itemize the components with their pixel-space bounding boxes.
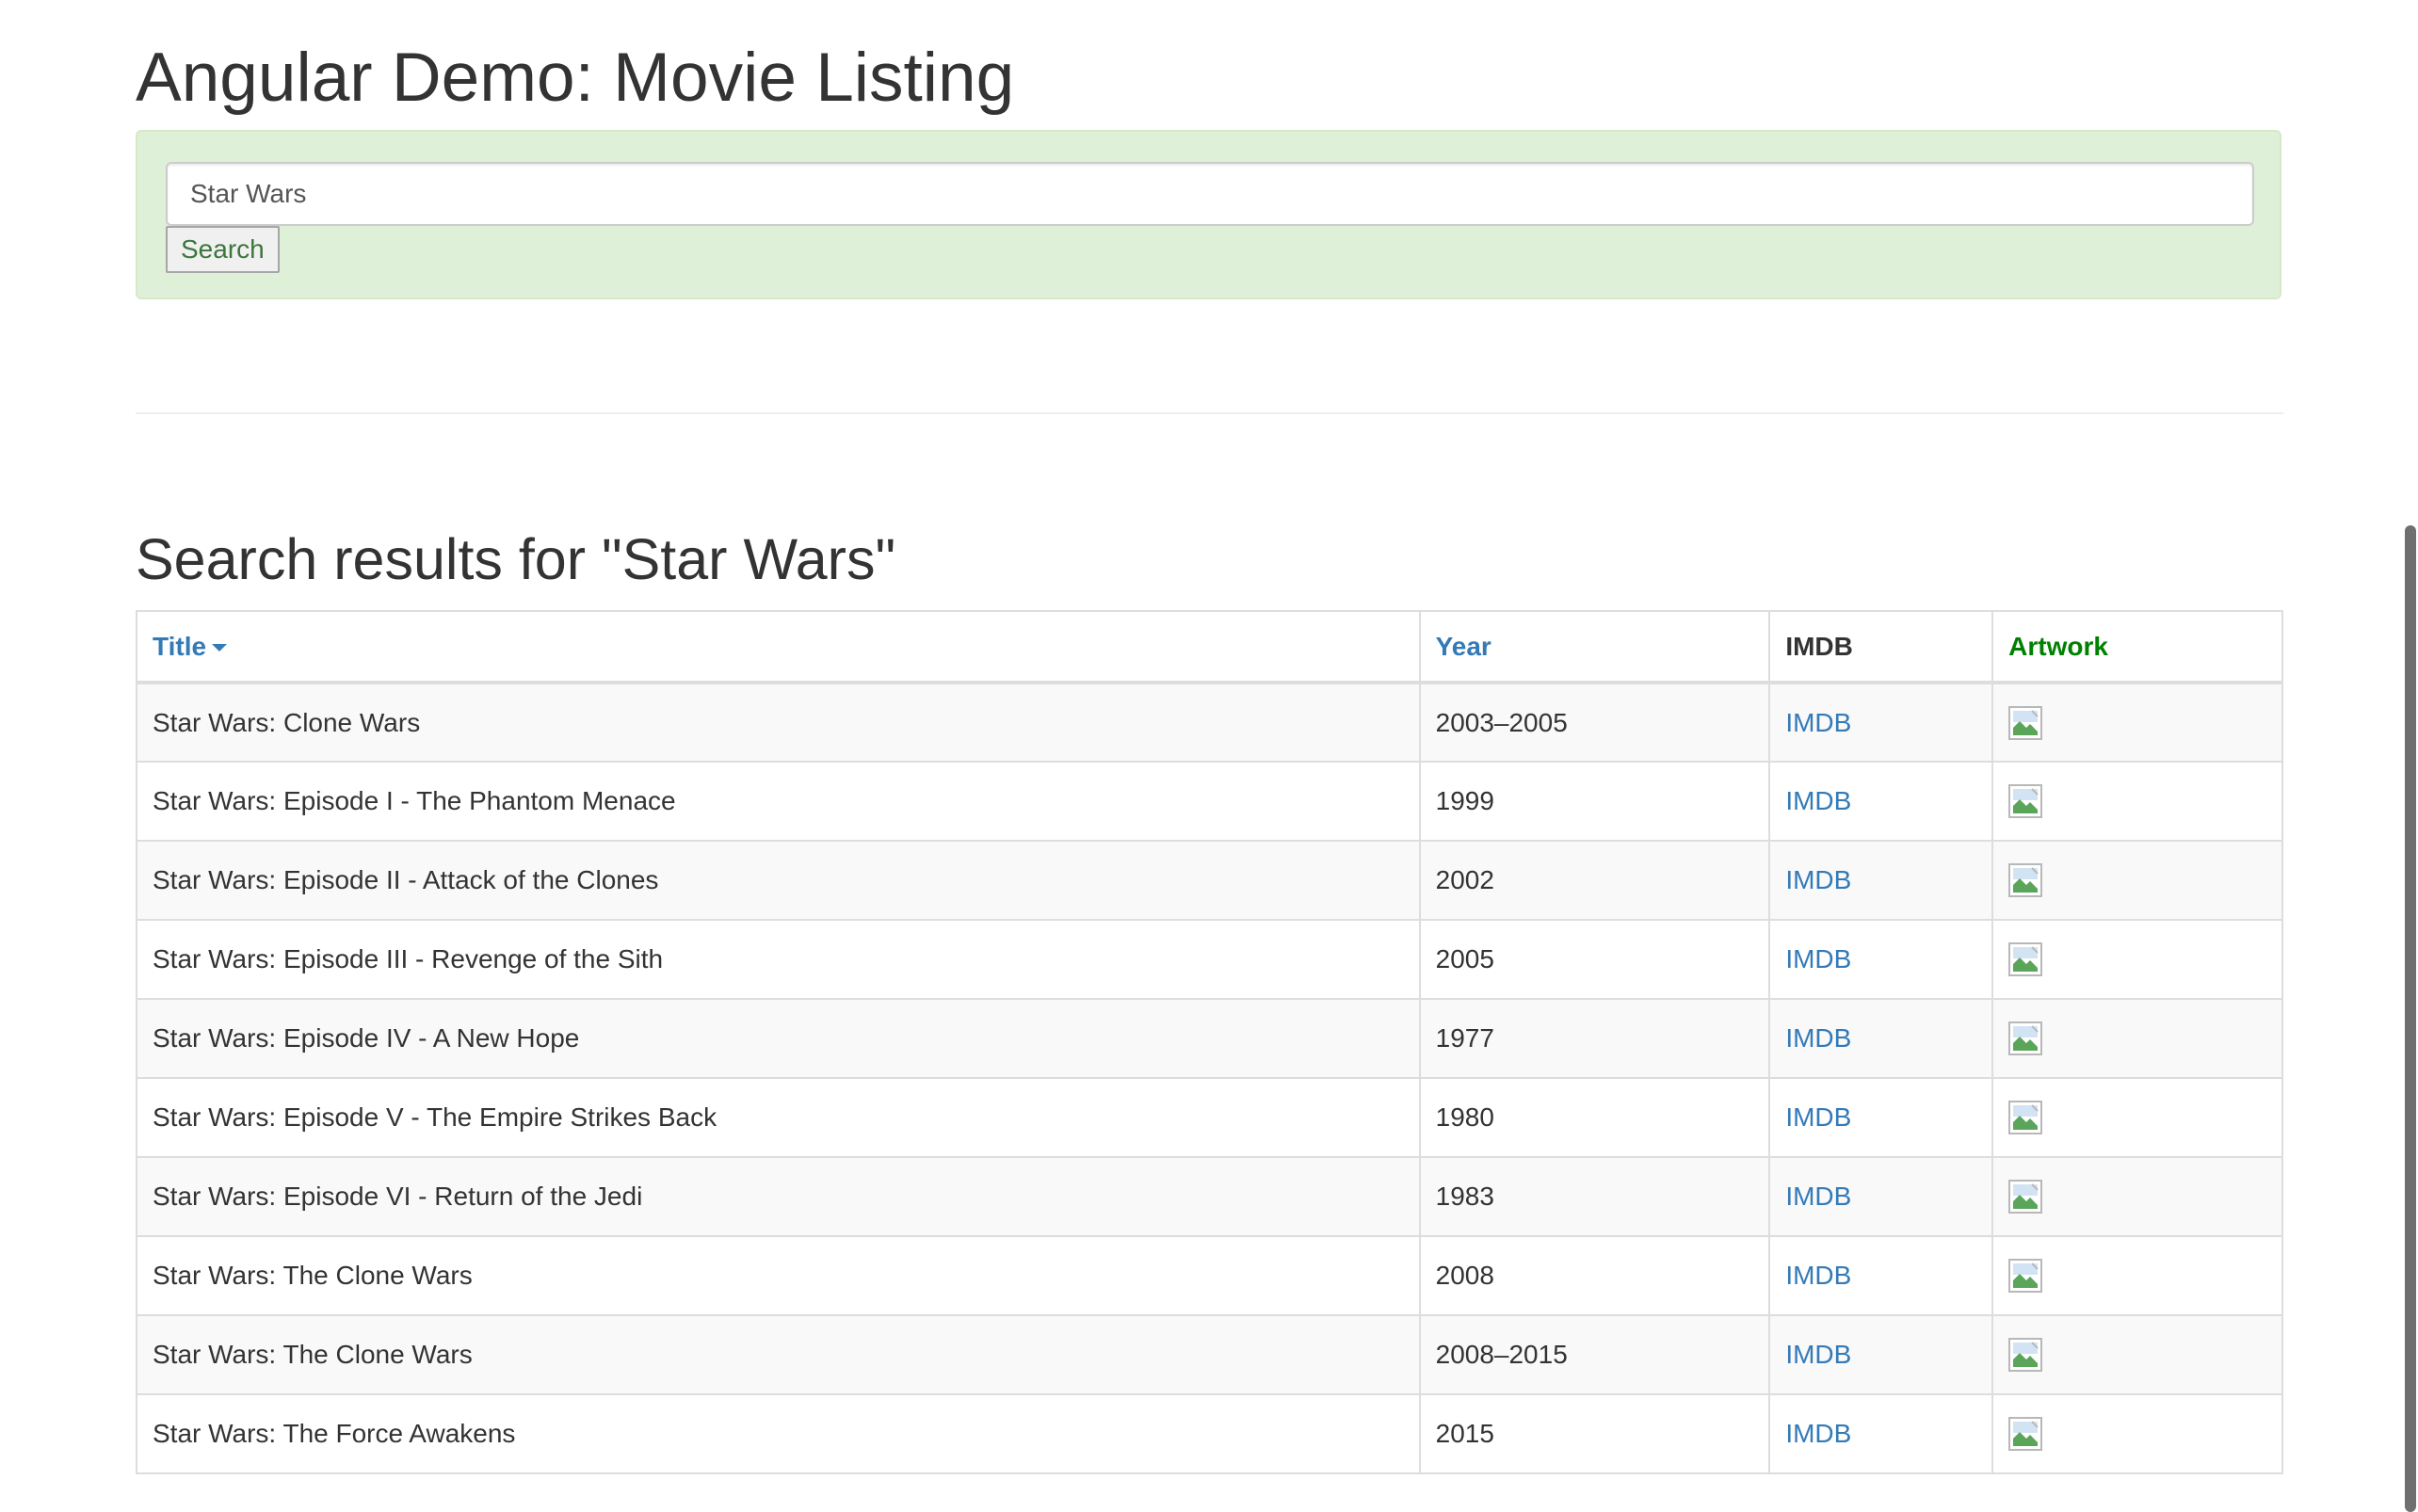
imdb-cell: IMDB (1768, 1156, 1994, 1237)
table-row: Star Wars: The Clone Wars 2008 IMDB (136, 1235, 2283, 1316)
sort-caret-down-icon (212, 644, 228, 652)
results-heading: Search results for "Star Wars" (136, 527, 896, 591)
table-row: Star Wars: The Clone Wars 2008–2015 IMDB (136, 1314, 2283, 1395)
column-header-year[interactable]: Year (1418, 610, 1771, 684)
table-row: Star Wars: Episode V - The Empire Strike… (136, 1077, 2283, 1158)
imdb-cell: IMDB (1768, 998, 1994, 1079)
imdb-link[interactable]: IMDB (1785, 1023, 1851, 1053)
artwork-cell (1991, 1393, 2283, 1474)
movie-title-cell: Star Wars: Episode V - The Empire Strike… (136, 1077, 1421, 1158)
table-row: Star Wars: The Force Awakens 2015 IMDB (136, 1393, 2283, 1474)
broken-image-icon (2008, 784, 2043, 818)
imdb-cell: IMDB (1768, 1077, 1994, 1158)
broken-image-icon (2008, 942, 2043, 976)
broken-image-icon (2008, 863, 2043, 897)
imdb-link[interactable]: IMDB (1785, 865, 1851, 894)
column-header-artwork: Artwork (1991, 610, 2283, 684)
movie-title-cell: Star Wars: The Clone Wars (136, 1235, 1421, 1316)
imdb-link[interactable]: IMDB (1785, 1340, 1851, 1369)
divider (136, 412, 2283, 414)
column-header-title[interactable]: Title (136, 610, 1421, 684)
movie-year-cell: 2005 (1418, 919, 1771, 1000)
artwork-cell (1991, 1314, 2283, 1395)
broken-image-icon (2008, 1101, 2043, 1134)
table-row: Star Wars: Clone Wars 2003–2005 IMDB (136, 682, 2283, 763)
movie-title-cell: Star Wars: Episode IV - A New Hope (136, 998, 1421, 1079)
table-row: Star Wars: Episode VI - Return of the Je… (136, 1156, 2283, 1237)
movie-year-cell: 2008 (1418, 1235, 1771, 1316)
table-row: Star Wars: Episode I - The Phantom Menac… (136, 761, 2283, 842)
table-row: Star Wars: Episode III - Revenge of the … (136, 919, 2283, 1000)
movie-title-cell: Star Wars: Episode II - Attack of the Cl… (136, 840, 1421, 921)
movie-title-cell: Star Wars: The Force Awakens (136, 1393, 1421, 1474)
imdb-link[interactable]: IMDB (1785, 708, 1851, 737)
movie-year-cell: 2002 (1418, 840, 1771, 921)
artwork-cell (1991, 682, 2283, 763)
table-row: Star Wars: Episode IV - A New Hope 1977 IM… (136, 998, 2283, 1079)
page-title: Angular Demo: Movie Listing (136, 40, 1015, 116)
search-input[interactable] (166, 162, 2254, 226)
table-row: Star Wars: Episode II - Attack of the Cl… (136, 840, 2283, 921)
imdb-cell: IMDB (1768, 682, 1994, 763)
imdb-cell: IMDB (1768, 840, 1994, 921)
imdb-link[interactable]: IMDB (1785, 1182, 1851, 1211)
results-table: Title Year IMDB Artwork Star Wars: Clone… (136, 610, 2283, 1474)
imdb-cell: IMDB (1768, 761, 1994, 842)
results-body: Star Wars: Clone Wars 2003–2005 IMDB Star W… (136, 682, 2283, 1474)
broken-image-icon (2008, 1021, 2043, 1055)
movie-year-cell: 1999 (1418, 761, 1771, 842)
movie-year-cell: 1983 (1418, 1156, 1771, 1237)
movie-title-cell: Star Wars: Episode I - The Phantom Menac… (136, 761, 1421, 842)
artwork-cell (1991, 919, 2283, 1000)
movie-title-cell: Star Wars: Clone Wars (136, 682, 1421, 763)
table-header-row: Title Year IMDB Artwork (136, 610, 2283, 684)
imdb-cell: IMDB (1768, 919, 1994, 1000)
artwork-cell (1991, 1156, 2283, 1237)
imdb-link[interactable]: IMDB (1785, 944, 1851, 973)
column-header-imdb: IMDB (1768, 610, 1994, 684)
movie-title-cell: Star Wars: Episode VI - Return of the Je… (136, 1156, 1421, 1237)
artwork-cell (1991, 1235, 2283, 1316)
column-header-title-label: Title (153, 631, 207, 661)
broken-image-icon (2008, 1338, 2043, 1372)
artwork-cell (1991, 840, 2283, 921)
sort-by-year-link[interactable]: Year (1436, 632, 1491, 661)
broken-image-icon (2008, 1259, 2043, 1293)
imdb-cell: IMDB (1768, 1235, 1994, 1316)
imdb-link[interactable]: IMDB (1785, 786, 1851, 815)
broken-image-icon (2008, 705, 2043, 740)
imdb-cell: IMDB (1768, 1314, 1994, 1395)
artwork-cell (1991, 1077, 2283, 1158)
imdb-link[interactable]: IMDB (1785, 1419, 1851, 1448)
imdb-cell: IMDB (1768, 1393, 1994, 1474)
movie-year-cell: 2008–2015 (1418, 1314, 1771, 1395)
imdb-link[interactable]: IMDB (1785, 1261, 1851, 1290)
search-button[interactable]: Search (166, 226, 280, 273)
artwork-cell (1991, 998, 2283, 1079)
artwork-cell (1991, 761, 2283, 842)
search-panel: Search (136, 130, 2281, 299)
movie-year-cell: 2015 (1418, 1393, 1771, 1474)
movie-year-cell: 2003–2005 (1418, 682, 1771, 763)
broken-image-icon (2008, 1417, 2043, 1451)
scrollbar-thumb[interactable] (2405, 525, 2416, 1512)
movie-title-cell: Star Wars: The Clone Wars (136, 1314, 1421, 1395)
imdb-link[interactable]: IMDB (1785, 1102, 1851, 1132)
broken-image-icon (2008, 1180, 2043, 1214)
movie-year-cell: 1980 (1418, 1077, 1771, 1158)
sort-by-title-link[interactable]: Title (153, 631, 228, 661)
movie-year-cell: 1977 (1418, 998, 1771, 1079)
movie-title-cell: Star Wars: Episode III - Revenge of the … (136, 919, 1421, 1000)
